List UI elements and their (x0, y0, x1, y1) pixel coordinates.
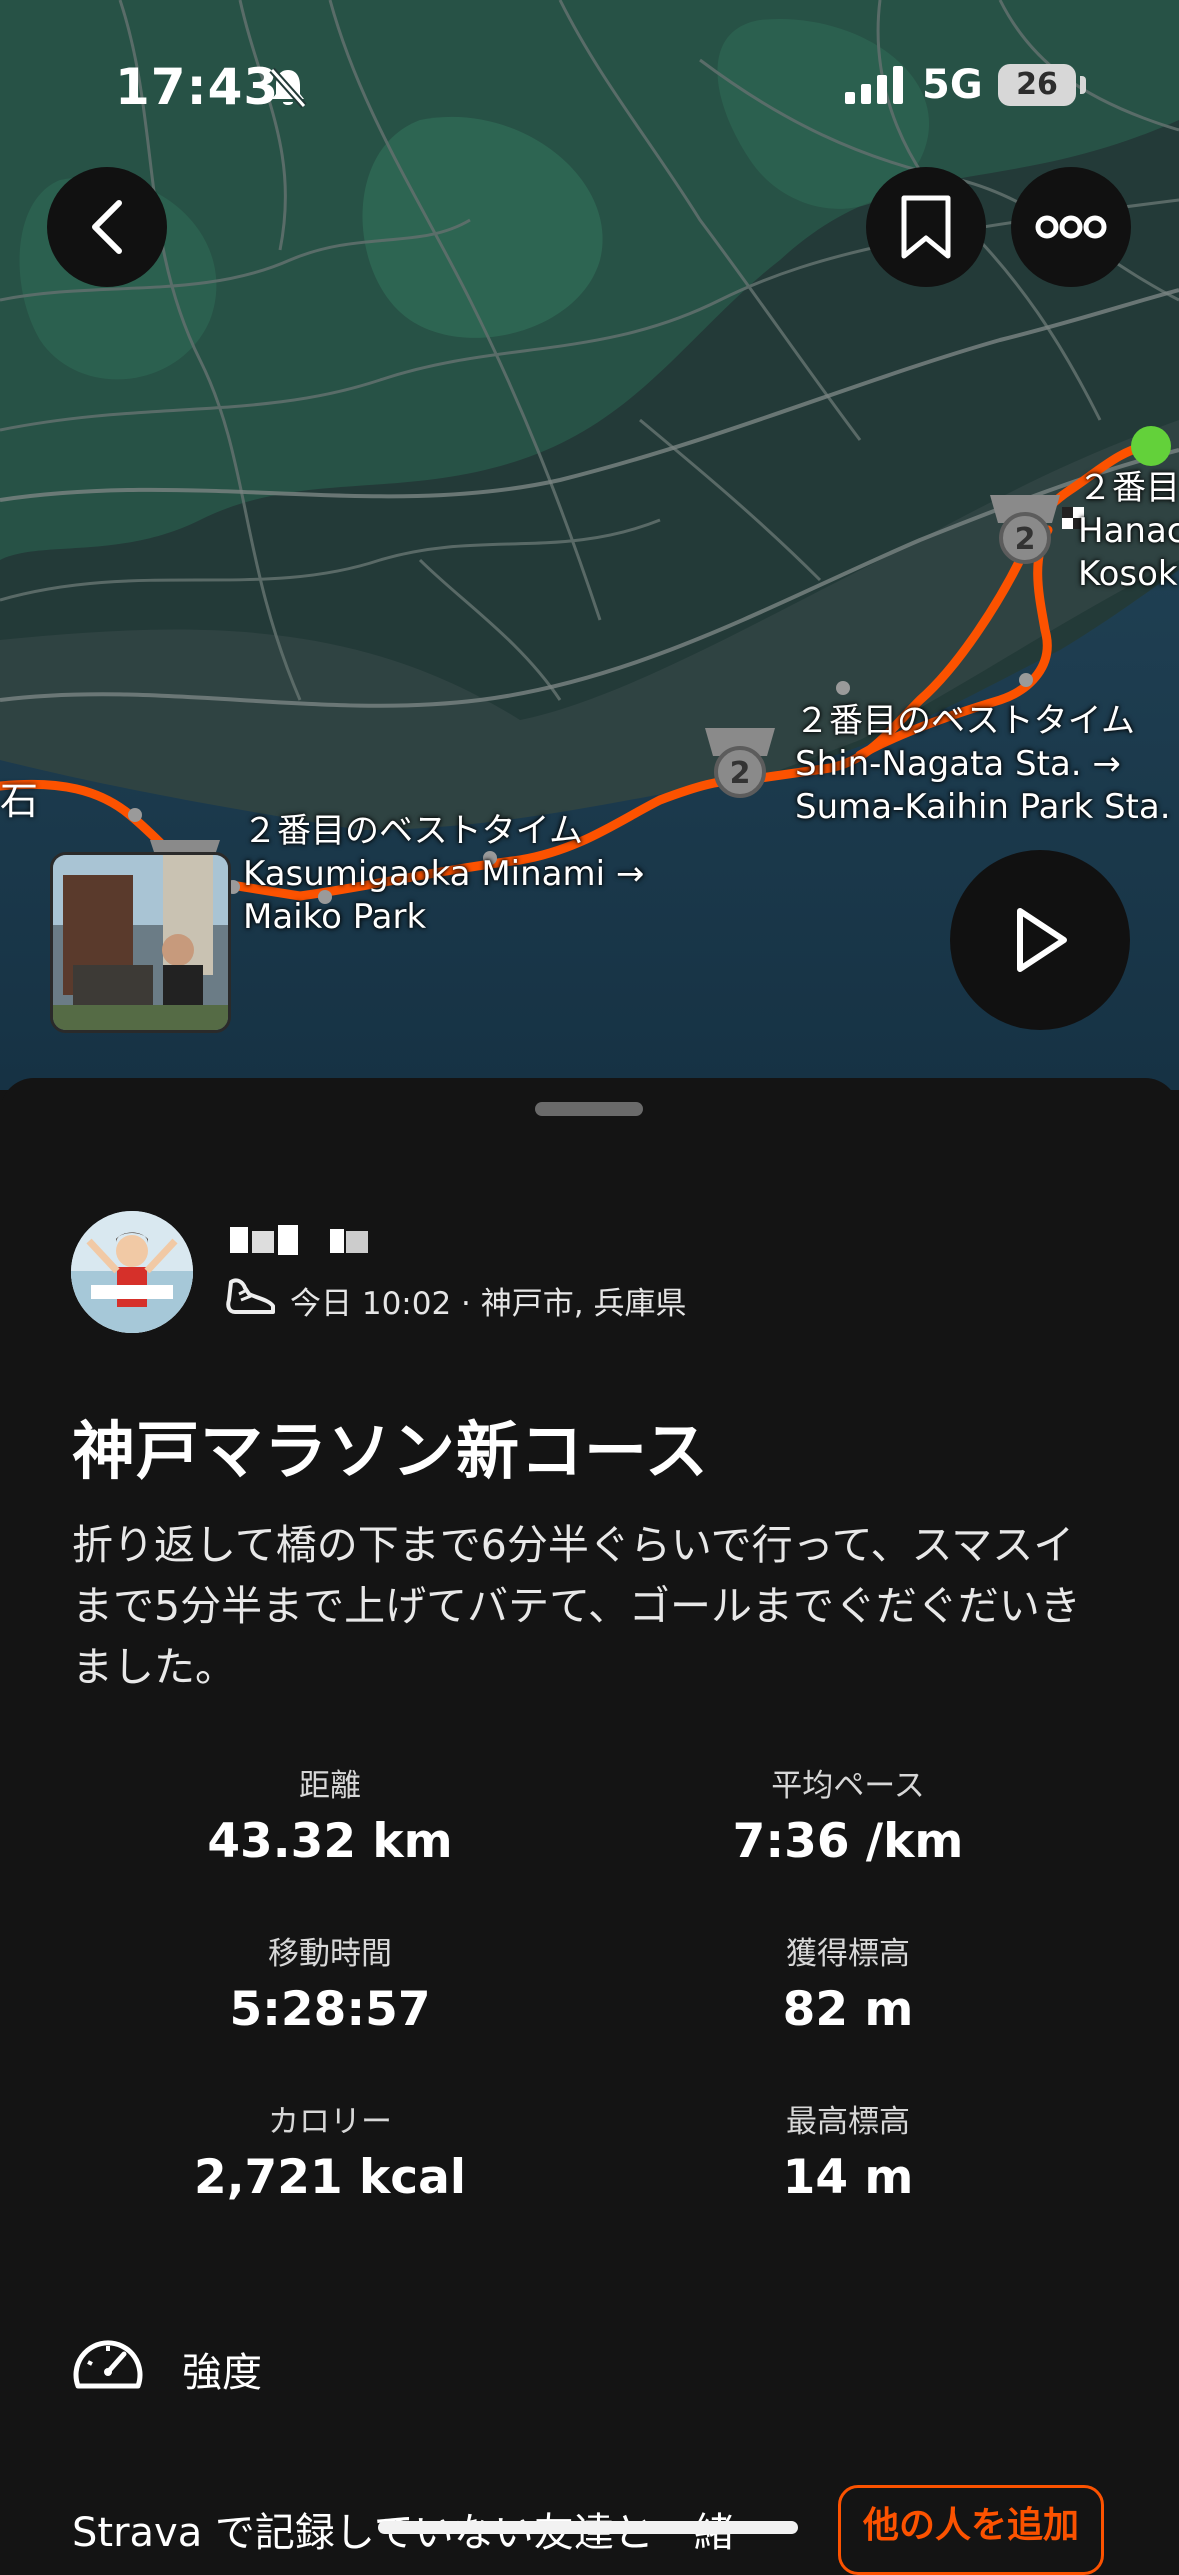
battery-tip (1080, 76, 1086, 94)
home-indicator[interactable] (378, 2521, 798, 2534)
bell-slash-icon (269, 67, 307, 109)
stat-average-pace: 平均ペース 7:36 /km (588, 1766, 1108, 1874)
segment-name: Hanac (1078, 511, 1179, 551)
stat-label: 距離 (299, 1768, 361, 1804)
segment-name: Suma-Kaihin Park Sta. (795, 787, 1171, 827)
photo-image (53, 855, 228, 1030)
start-marker (1131, 426, 1171, 466)
map-place-label: 石 (0, 779, 39, 823)
segment-label[interactable]: ２番目のベストタイム Shin-Nagata Sta. → Suma-Kaihi… (795, 700, 1171, 829)
intensity-label: 強度 (182, 2350, 262, 2396)
running-shoe-icon (226, 1278, 275, 1314)
activity-photo-thumbnail[interactable] (50, 852, 231, 1033)
gauge-icon (73, 2340, 143, 2389)
play-icon (1017, 908, 1067, 972)
cellular-signal-icon (845, 66, 903, 104)
back-button[interactable] (47, 167, 167, 287)
stat-value: 5:28:57 (229, 1982, 431, 2037)
activity-meta: 今日 10:02 · 神戸市, 兵庫県 (290, 1286, 687, 1322)
stat-moving-time: 移動時間 5:28:57 (70, 1934, 590, 2042)
stat-value: 14 m (782, 2150, 914, 2205)
activity-details-sheet: 今日 10:02 · 神戸市, 兵庫県 神戸マラソン新コース 折り返して橋の下ま… (0, 1078, 1179, 2575)
athlete-avatar[interactable] (71, 1211, 193, 1333)
stat-label: 獲得標高 (786, 1936, 910, 1972)
bookmark-icon (901, 195, 951, 259)
battery-level: 26 (998, 64, 1076, 106)
more-horizontal-icon (1035, 215, 1107, 239)
status-bar: 17:43 5G 26 (0, 52, 1179, 122)
stat-calories: カロリー 2,721 kcal (70, 2102, 590, 2210)
network-type: 5G (922, 62, 983, 108)
segment-label[interactable]: ２番目のベストタイム Kasumigaoka Minami → Maiko Pa… (243, 810, 644, 939)
svg-text:2: 2 (1015, 522, 1036, 557)
more-options-button[interactable] (1011, 167, 1131, 287)
stat-label: 最高標高 (786, 2104, 910, 2140)
segment-name: Kasumigaoka Minami → (243, 854, 645, 894)
activity-title: 神戸マラソン新コース (72, 1415, 709, 1488)
segment-label[interactable]: ２番目 Hanac Kosok (1078, 467, 1179, 596)
stat-value: 7:36 /km (732, 1814, 964, 1869)
add-others-button[interactable]: 他の人を追加 (838, 2485, 1104, 2575)
stat-value: 82 m (782, 1982, 914, 2037)
avatar-image (71, 1211, 193, 1333)
stat-label: 平均ペース (771, 1768, 925, 1804)
stat-value: 43.32 km (207, 1814, 453, 1869)
segment-name: Kosok (1078, 554, 1178, 594)
segment-rank: ２番目 (1078, 468, 1179, 508)
stat-max-elevation: 最高標高 14 m (588, 2102, 1108, 2210)
sheet-drag-handle[interactable] (535, 1102, 643, 1116)
bookmark-button[interactable] (866, 167, 986, 287)
segment-rank: ２番目のベストタイム (243, 811, 583, 851)
stat-distance: 距離 43.32 km (70, 1766, 590, 1874)
stat-label: 移動時間 (268, 1936, 392, 1972)
stat-value: 2,721 kcal (194, 2150, 466, 2205)
play-flyover-button[interactable] (950, 850, 1130, 1030)
activity-description: 折り返して橋の下まで6分半ぐらいで行って、スマスイまで5分半まで上げてバテて、ゴ… (72, 1521, 1081, 1691)
segment-name: Maiko Park (243, 897, 427, 937)
segment-rank: ２番目のベストタイム (795, 701, 1135, 741)
stat-elevation-gain: 獲得標高 82 m (588, 1934, 1108, 2042)
svg-text:2: 2 (730, 756, 751, 791)
intensity-row[interactable]: 強度 (70, 2332, 670, 2402)
segment-name: Shin-Nagata Sta. → (795, 744, 1121, 784)
status-time: 17:43 (115, 58, 280, 116)
athlete-name-redacted[interactable] (230, 1221, 390, 1261)
stat-label: カロリー (268, 2104, 392, 2140)
route-map[interactable]: 2 2 17:43 5G 26 石 ２番目のベストタイム Kasumigaoka… (0, 0, 1179, 1090)
chevron-left-icon (92, 200, 122, 254)
